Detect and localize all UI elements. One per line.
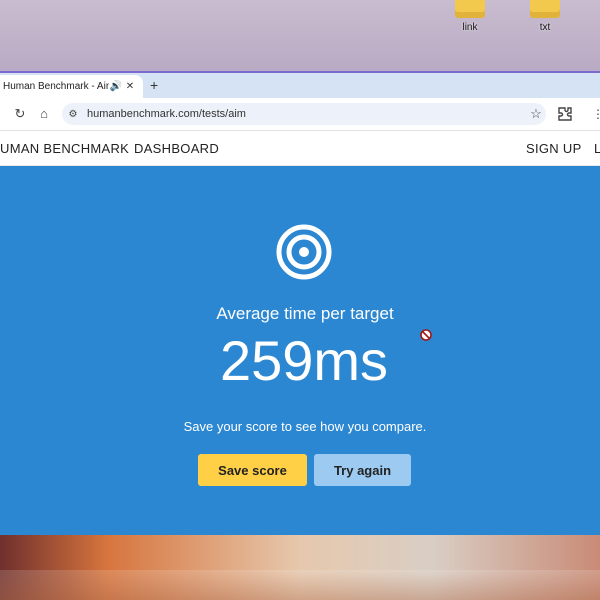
tab-human-benchmark[interactable]: Human Benchmark - Aim 🔊 ✕ bbox=[0, 75, 143, 98]
brand-link[interactable]: UMAN BENCHMARK bbox=[0, 141, 129, 156]
site-navigation: UMAN BENCHMARK DASHBOARD SIGN UP L bbox=[0, 131, 600, 166]
folder-icon bbox=[530, 0, 560, 18]
signup-link[interactable]: SIGN UP bbox=[526, 141, 582, 156]
target-icon bbox=[276, 224, 332, 280]
aim-test-result-panel: Average time per target 259ms Save your … bbox=[0, 166, 600, 536]
not-allowed-cursor-icon bbox=[420, 329, 432, 341]
address-bar[interactable]: ⚙ humanbenchmark.com/tests/aim ☆ bbox=[62, 103, 546, 125]
menu-icon[interactable]: ⋮ bbox=[592, 105, 600, 123]
browser-toolbar: ↻ ⌂ ⚙ humanbenchmark.com/tests/aim ☆ ⋮ bbox=[0, 98, 600, 131]
desktop-background-top: link txt bbox=[0, 0, 600, 72]
try-again-button[interactable]: Try again bbox=[314, 454, 411, 486]
bookmark-star-icon[interactable]: ☆ bbox=[526, 106, 546, 122]
compare-message: Save your score to see how you compare. bbox=[183, 419, 427, 434]
desktop-icon-label: txt bbox=[539, 22, 551, 33]
desktop-folder-link[interactable]: link bbox=[445, 0, 495, 40]
reload-icon[interactable]: ↻ bbox=[12, 106, 28, 122]
site-info-icon[interactable]: ⚙ bbox=[62, 109, 84, 120]
home-icon[interactable]: ⌂ bbox=[36, 106, 52, 122]
result-subtitle: Average time per target bbox=[216, 304, 394, 323]
speaker-icon[interactable]: 🔊 bbox=[109, 80, 123, 94]
login-link[interactable]: L bbox=[594, 141, 600, 156]
extensions-icon[interactable] bbox=[556, 105, 574, 123]
desktop-folder-txt[interactable]: txt bbox=[520, 0, 570, 40]
desktop-icon-label: link bbox=[462, 22, 478, 33]
desktop-background-bottom bbox=[0, 535, 600, 600]
close-icon[interactable]: ✕ bbox=[123, 80, 137, 94]
new-tab-button[interactable]: + bbox=[150, 78, 158, 92]
folder-icon bbox=[455, 0, 485, 18]
browser-window: Human Benchmark - Aim 🔊 ✕ + ↻ ⌂ ⚙ humanb… bbox=[0, 72, 600, 536]
dashboard-link[interactable]: DASHBOARD bbox=[134, 141, 219, 156]
tab-title: Human Benchmark - Aim bbox=[3, 81, 109, 92]
save-score-button[interactable]: Save score bbox=[198, 454, 307, 486]
tab-strip: Human Benchmark - Aim 🔊 ✕ + bbox=[0, 73, 600, 98]
average-score: 259ms bbox=[219, 329, 389, 392]
url-text[interactable]: humanbenchmark.com/tests/aim bbox=[84, 108, 526, 120]
